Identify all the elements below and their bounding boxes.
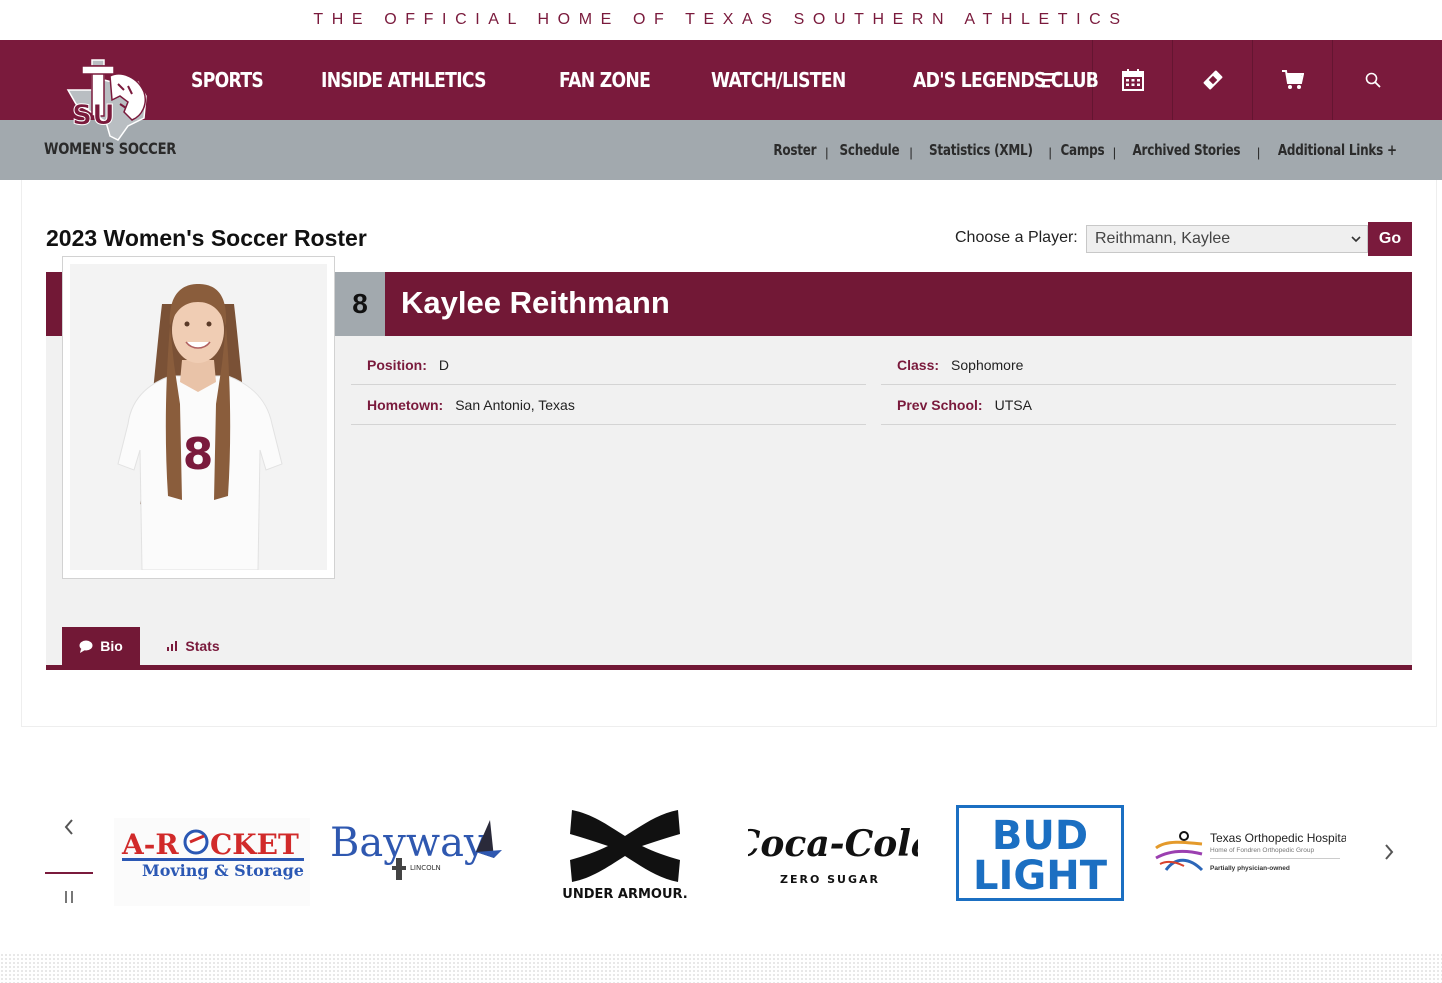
info-prev-school: Prev School: UTSA xyxy=(881,385,1396,425)
info-class: Class: Sophomore xyxy=(881,345,1396,385)
tsu-logo[interactable]: SU xyxy=(58,56,154,142)
footer-pattern xyxy=(0,953,1442,983)
bar-chart-icon xyxy=(167,641,178,651)
subnav-separator: | xyxy=(1256,144,1261,160)
bayway-subtitle: LINCOLN xyxy=(410,864,441,872)
ortho-subtitle: Home of Fondren Orthopedic Group xyxy=(1210,847,1314,854)
subnav-separator: | xyxy=(909,144,913,160)
info-position: Position: D xyxy=(351,345,866,385)
tabs-underline xyxy=(46,665,1412,670)
subnav-archived-stories[interactable]: Archived Stories xyxy=(1133,141,1241,159)
info-hometown: Hometown: San Antonio, Texas xyxy=(351,385,866,425)
ortho-name: Texas Orthopedic Hospital xyxy=(1210,831,1346,845)
info-label: Hometown: xyxy=(367,396,444,413)
bud-light-line2: LIGHT xyxy=(973,853,1108,899)
arocket-subtitle: Moving & Storage xyxy=(142,861,304,880)
calendar-icon[interactable] xyxy=(1092,40,1172,120)
tab-stats-label: Stats xyxy=(185,638,220,654)
subnav-schedule[interactable]: Schedule xyxy=(839,141,899,159)
nav-item-watch-listen[interactable]: WATCH/LISTEN xyxy=(711,68,846,92)
sponsor-arocket[interactable]: A-R CKET Moving & Storage xyxy=(114,818,310,906)
subnav-camps[interactable]: Camps xyxy=(1060,141,1104,159)
nav-item-inside-athletics[interactable]: INSIDE ATHLETICS xyxy=(321,68,487,92)
info-label: Class: xyxy=(897,356,940,373)
sport-sublinks: Roster | Schedule | Statistics (XML) | C… xyxy=(768,138,1412,162)
site-tagline-bar: THE OFFICIAL HOME OF TEXAS SOUTHERN ATHL… xyxy=(0,0,1442,40)
subnav-statistics[interactable]: Statistics (XML) xyxy=(929,141,1033,159)
main-navigation: SPORTS INSIDE ATHLETICS FAN ZONE WATCH/L… xyxy=(0,40,1442,120)
page-title: 2023 Women's Soccer Roster xyxy=(46,225,367,251)
subnav-separator: | xyxy=(1048,144,1052,160)
info-value: D xyxy=(438,356,450,373)
info-label: Prev School: xyxy=(897,396,983,413)
ticket-icon[interactable] xyxy=(1172,40,1252,120)
info-value: Sophomore xyxy=(951,356,1024,373)
carousel-divider xyxy=(45,872,93,874)
sponsor-bud-light[interactable]: BUD LIGHT xyxy=(956,805,1124,901)
player-photo: 8 xyxy=(70,264,327,570)
chevron-left-icon[interactable] xyxy=(58,814,80,840)
nav-item-sports[interactable]: SPORTS xyxy=(191,68,264,92)
subnav-additional-links[interactable]: Additional Links + xyxy=(1278,141,1397,159)
subnav-roster[interactable]: Roster xyxy=(774,141,817,159)
jersey-number: 8 xyxy=(335,272,385,336)
arocket-text-b: CKET xyxy=(210,828,299,861)
site-tagline: THE OFFICIAL HOME OF TEXAS SOUTHERN ATHL… xyxy=(313,11,1129,28)
nav-icon-group xyxy=(1012,40,1412,120)
sponsor-coca-cola[interactable]: Coca-Cola ZERO SUGAR xyxy=(748,814,918,890)
tab-bio[interactable]: Bio xyxy=(62,627,140,665)
ortho-note: Partially physician-owned xyxy=(1210,865,1290,872)
info-value: UTSA xyxy=(994,396,1032,413)
player-name: Kaylee Reithmann xyxy=(401,285,670,320)
chevron-down-icon xyxy=(1351,236,1361,243)
tab-stats[interactable]: Stats xyxy=(158,627,228,665)
search-icon[interactable] xyxy=(1332,40,1412,120)
pause-icon[interactable] xyxy=(60,886,78,908)
info-value: San Antonio, Texas xyxy=(455,396,575,413)
go-button[interactable]: Go xyxy=(1368,222,1412,256)
tab-bio-label: Bio xyxy=(100,638,123,654)
sponsor-under-armour[interactable]: UNDER ARMOUR. xyxy=(540,804,710,904)
player-select[interactable]: Reithmann, Kaylee xyxy=(1086,225,1368,253)
under-armour-text: UNDER ARMOUR. xyxy=(562,887,687,902)
sponsor-texas-orthopedic[interactable]: Texas Orthopedic Hospital Home of Fondre… xyxy=(1150,820,1346,884)
subnav-separator: | xyxy=(1112,144,1117,160)
bayway-text: Bayway xyxy=(330,820,487,866)
chevron-right-icon[interactable] xyxy=(1378,839,1400,865)
photo-jersey-number: 8 xyxy=(183,429,214,480)
nav-item-fan-zone[interactable]: FAN ZONE xyxy=(559,68,651,92)
arocket-text-a: A-R xyxy=(121,828,179,861)
menu-icon[interactable] xyxy=(1012,40,1092,120)
coca-cola-subtitle: ZERO SUGAR xyxy=(780,873,880,886)
speech-bubble-icon xyxy=(79,640,93,653)
coca-cola-text: Coca-Cola xyxy=(748,823,918,865)
sponsor-bayway[interactable]: Bayway LINCOLN xyxy=(326,812,512,890)
subnav-separator: | xyxy=(825,144,829,160)
player-chooser-label: Choose a Player: xyxy=(955,229,1078,246)
cart-icon[interactable] xyxy=(1252,40,1332,120)
logo-lettering: SU xyxy=(72,98,115,131)
info-label: Position: xyxy=(367,356,427,373)
player-select-value: Reithmann, Kaylee xyxy=(1095,230,1231,247)
